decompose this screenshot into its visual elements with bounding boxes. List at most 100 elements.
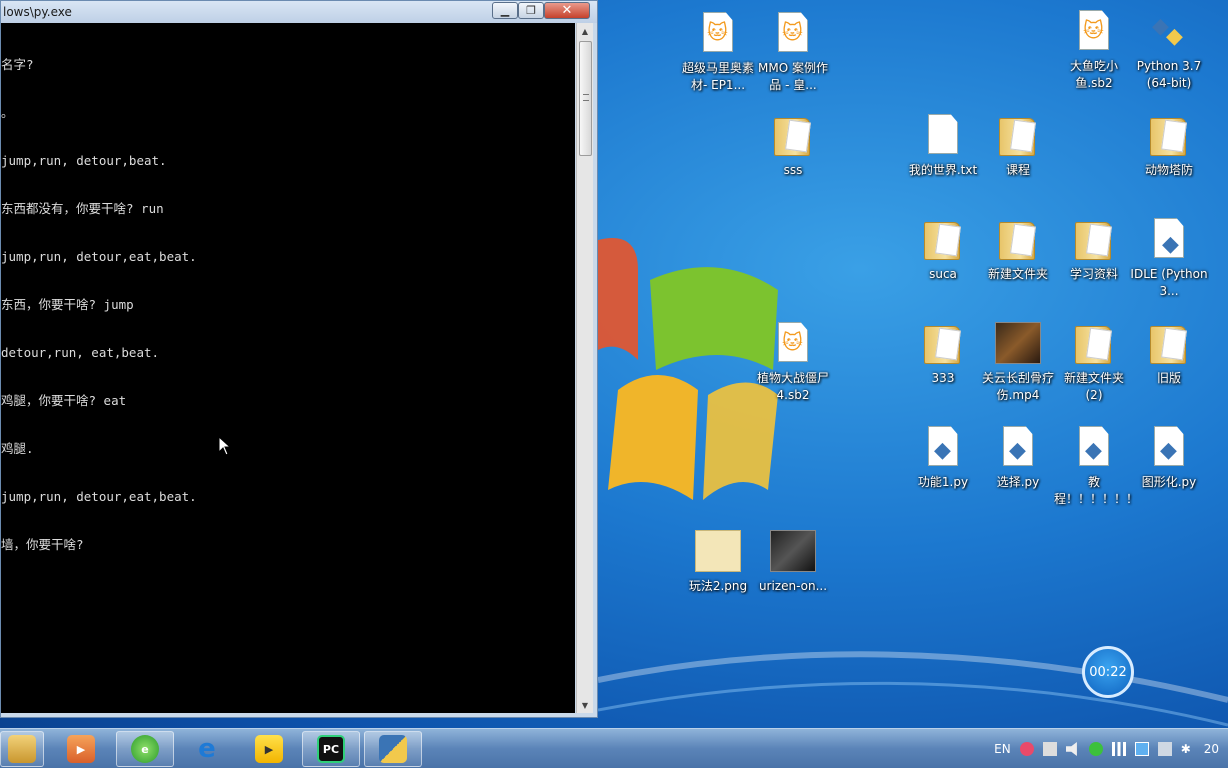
folder-icon <box>995 112 1041 158</box>
console-output[interactable]: 名字? 。 jump,run, detour,beat. 东西都没有，你要干啥?… <box>1 23 575 713</box>
display-icon[interactable] <box>1134 742 1149 756</box>
desktop-icon-label: 选择.py <box>996 475 1040 489</box>
desktop-icon-333[interactable]: 333 <box>905 320 981 387</box>
folder-icon <box>8 735 36 763</box>
console-line: 鸡腿. <box>1 441 34 456</box>
maximize-icon: ❐ <box>526 4 536 17</box>
console-line: jump,run, detour,eat,beat. <box>1 249 197 264</box>
desktop-icon-tower[interactable]: 动物塔防 <box>1131 112 1207 179</box>
minimize-button[interactable]: ▁ <box>492 2 518 19</box>
desktop-icon-label: urizen-on... <box>758 579 828 593</box>
scratch-file-icon: 🐱 <box>695 10 741 56</box>
desktop-icon-video[interactable]: 关云长刮骨疗伤.mp4 <box>980 320 1056 404</box>
desktop-icon-label: 玩法2.png <box>688 579 748 593</box>
taskbar: ▶ e e ▶ PC EN ✱ 20 <box>0 728 1228 768</box>
maximize-button[interactable]: ❐ <box>518 2 544 19</box>
taskbar-python-launcher[interactable] <box>364 731 422 767</box>
flower-icon[interactable] <box>1019 742 1034 756</box>
desktop-icon-study[interactable]: 学习资料 <box>1056 216 1132 283</box>
desktop-icon-label: 我的世界.txt <box>908 163 978 177</box>
python-file-icon: ◆ <box>1071 424 1117 470</box>
system-tray: EN ✱ 20 <box>994 729 1228 768</box>
folder-icon <box>920 320 966 366</box>
recording-timer[interactable]: 00:22 <box>1082 646 1134 698</box>
desktop-icon-suca[interactable]: suca <box>905 216 981 283</box>
console-line: 鸡腿，你要干啥? eat <box>1 393 127 408</box>
folder-icon <box>995 216 1041 262</box>
close-button[interactable]: ✕ <box>544 2 590 19</box>
desktop-icon-label: MMO 案例作品 - 皇... <box>758 61 828 92</box>
taskbar-player[interactable]: ▶ <box>240 731 298 767</box>
python-launcher-icon <box>379 735 407 763</box>
image-thumbnail-icon <box>695 528 741 574</box>
desktop-icon-new-folder[interactable]: 新建文件夹 <box>980 216 1056 283</box>
desktop-icon-label: IDLE (Python 3... <box>1130 267 1208 298</box>
folder-icon <box>1071 216 1117 262</box>
browser-360-icon: e <box>131 735 159 763</box>
chevron-up-icon: ▲ <box>581 26 589 36</box>
360-guard-icon[interactable] <box>1088 742 1103 756</box>
scroll-thumb[interactable] <box>579 41 592 156</box>
volume-icon[interactable] <box>1065 742 1077 756</box>
desktop-icon-urizen[interactable]: urizen-on... <box>755 528 831 595</box>
folder-icon <box>770 112 816 158</box>
folder-icon <box>1146 112 1192 158</box>
desktop-icon-label: 教程！！！！！！！.py <box>1054 475 1134 506</box>
desktop-icon-label: 旧版 <box>1156 371 1181 385</box>
tray-clock[interactable]: 20 <box>1204 742 1219 756</box>
python-file-icon: ◆ <box>995 424 1041 470</box>
desktop-icon-label: 新建文件夹 (2) <box>1063 371 1124 402</box>
language-indicator[interactable]: EN <box>994 742 1011 756</box>
python-icon: ◆ ◆ <box>1152 14 1183 49</box>
bluetooth-icon[interactable]: ✱ <box>1181 742 1195 756</box>
desktop-icon-label: 学习资料 <box>1069 267 1118 281</box>
network-signal-icon[interactable] <box>1111 742 1126 756</box>
taskbar-media-player[interactable]: ▶ <box>52 731 110 767</box>
idle-icon: ◆ <box>1146 216 1192 262</box>
console-line: detour,run, eat,beat. <box>1 345 160 360</box>
folder-icon <box>920 216 966 262</box>
desktop-icon-tutorial[interactable]: ◆ 教程！！！！！！！.py <box>1054 424 1134 508</box>
monitor-icon[interactable] <box>1157 742 1172 756</box>
python-file-icon: ◆ <box>920 424 966 470</box>
player-icon: ▶ <box>255 735 283 763</box>
timer-value: 00:22 <box>1089 664 1127 680</box>
desktop-icon-new-folder-2[interactable]: 新建文件夹 (2) <box>1056 320 1132 404</box>
console-scrollbar[interactable]: ▲ ▼ <box>576 23 593 713</box>
console-title-bar[interactable]: lows\py.exe ▁ ❐ ✕ <box>1 1 597 23</box>
desktop-icon-old[interactable]: 旧版 <box>1131 320 1207 387</box>
internet-explorer-icon: e <box>198 734 216 764</box>
taskbar-pycharm[interactable]: PC <box>302 731 360 767</box>
console-window[interactable]: lows\py.exe ▁ ❐ ✕ 名字? 。 jump,run, detour… <box>0 0 598 718</box>
scroll-up-button[interactable]: ▲ <box>577 23 593 39</box>
desktop-icon-label: 功能1.py <box>917 475 969 489</box>
scroll-down-button[interactable]: ▼ <box>577 697 593 713</box>
taskbar-explorer[interactable] <box>0 731 44 767</box>
scratch-file-icon: 🐱 <box>770 320 816 366</box>
desktop-icon-mcworld[interactable]: 我的世界.txt <box>905 112 981 179</box>
taskbar-browser-360[interactable]: e <box>116 731 174 767</box>
console-line: 。 <box>1 105 14 120</box>
folder-icon <box>1146 320 1192 366</box>
close-icon: ✕ <box>561 3 573 18</box>
taskbar-ie[interactable]: e <box>178 731 236 767</box>
desktop-icon-graphic[interactable]: ◆ 图形化.py <box>1131 424 1207 491</box>
desktop-icon-mmo[interactable]: 🐱 MMO 案例作品 - 皇... <box>755 10 831 94</box>
desktop-icon-python37[interactable]: ◆ ◆ Python 3.7 (64-bit) <box>1131 8 1207 92</box>
desktop-icon-func1[interactable]: ◆ 功能1.py <box>905 424 981 491</box>
desktop-icon-mario[interactable]: 🐱 超级马里奥素材- EP1... <box>680 10 756 94</box>
chevron-down-icon: ▼ <box>581 700 589 710</box>
desktop-icon-pvz[interactable]: 🐱 植物大战僵尸4.sb2 <box>755 320 831 404</box>
device-icon[interactable] <box>1042 742 1057 756</box>
desktop-icon-label: sss <box>783 163 803 177</box>
desktop-icon-label: suca <box>929 267 957 281</box>
desktop-icon-idle[interactable]: ◆ IDLE (Python 3... <box>1130 216 1208 300</box>
desktop-icon-course[interactable]: 课程 <box>980 112 1056 179</box>
desktop-icon-select[interactable]: ◆ 选择.py <box>980 424 1056 491</box>
scratch-file-icon: 🐱 <box>770 10 816 56</box>
desktop-icon-fish[interactable]: 🐱 大鱼吃小鱼.sb2 <box>1056 8 1132 92</box>
python-file-icon: ◆ <box>1146 424 1192 470</box>
desktop-icon-sss[interactable]: sss <box>755 112 831 179</box>
desktop-icon-play2[interactable]: 玩法2.png <box>680 528 756 595</box>
video-thumbnail-icon <box>995 320 1041 366</box>
